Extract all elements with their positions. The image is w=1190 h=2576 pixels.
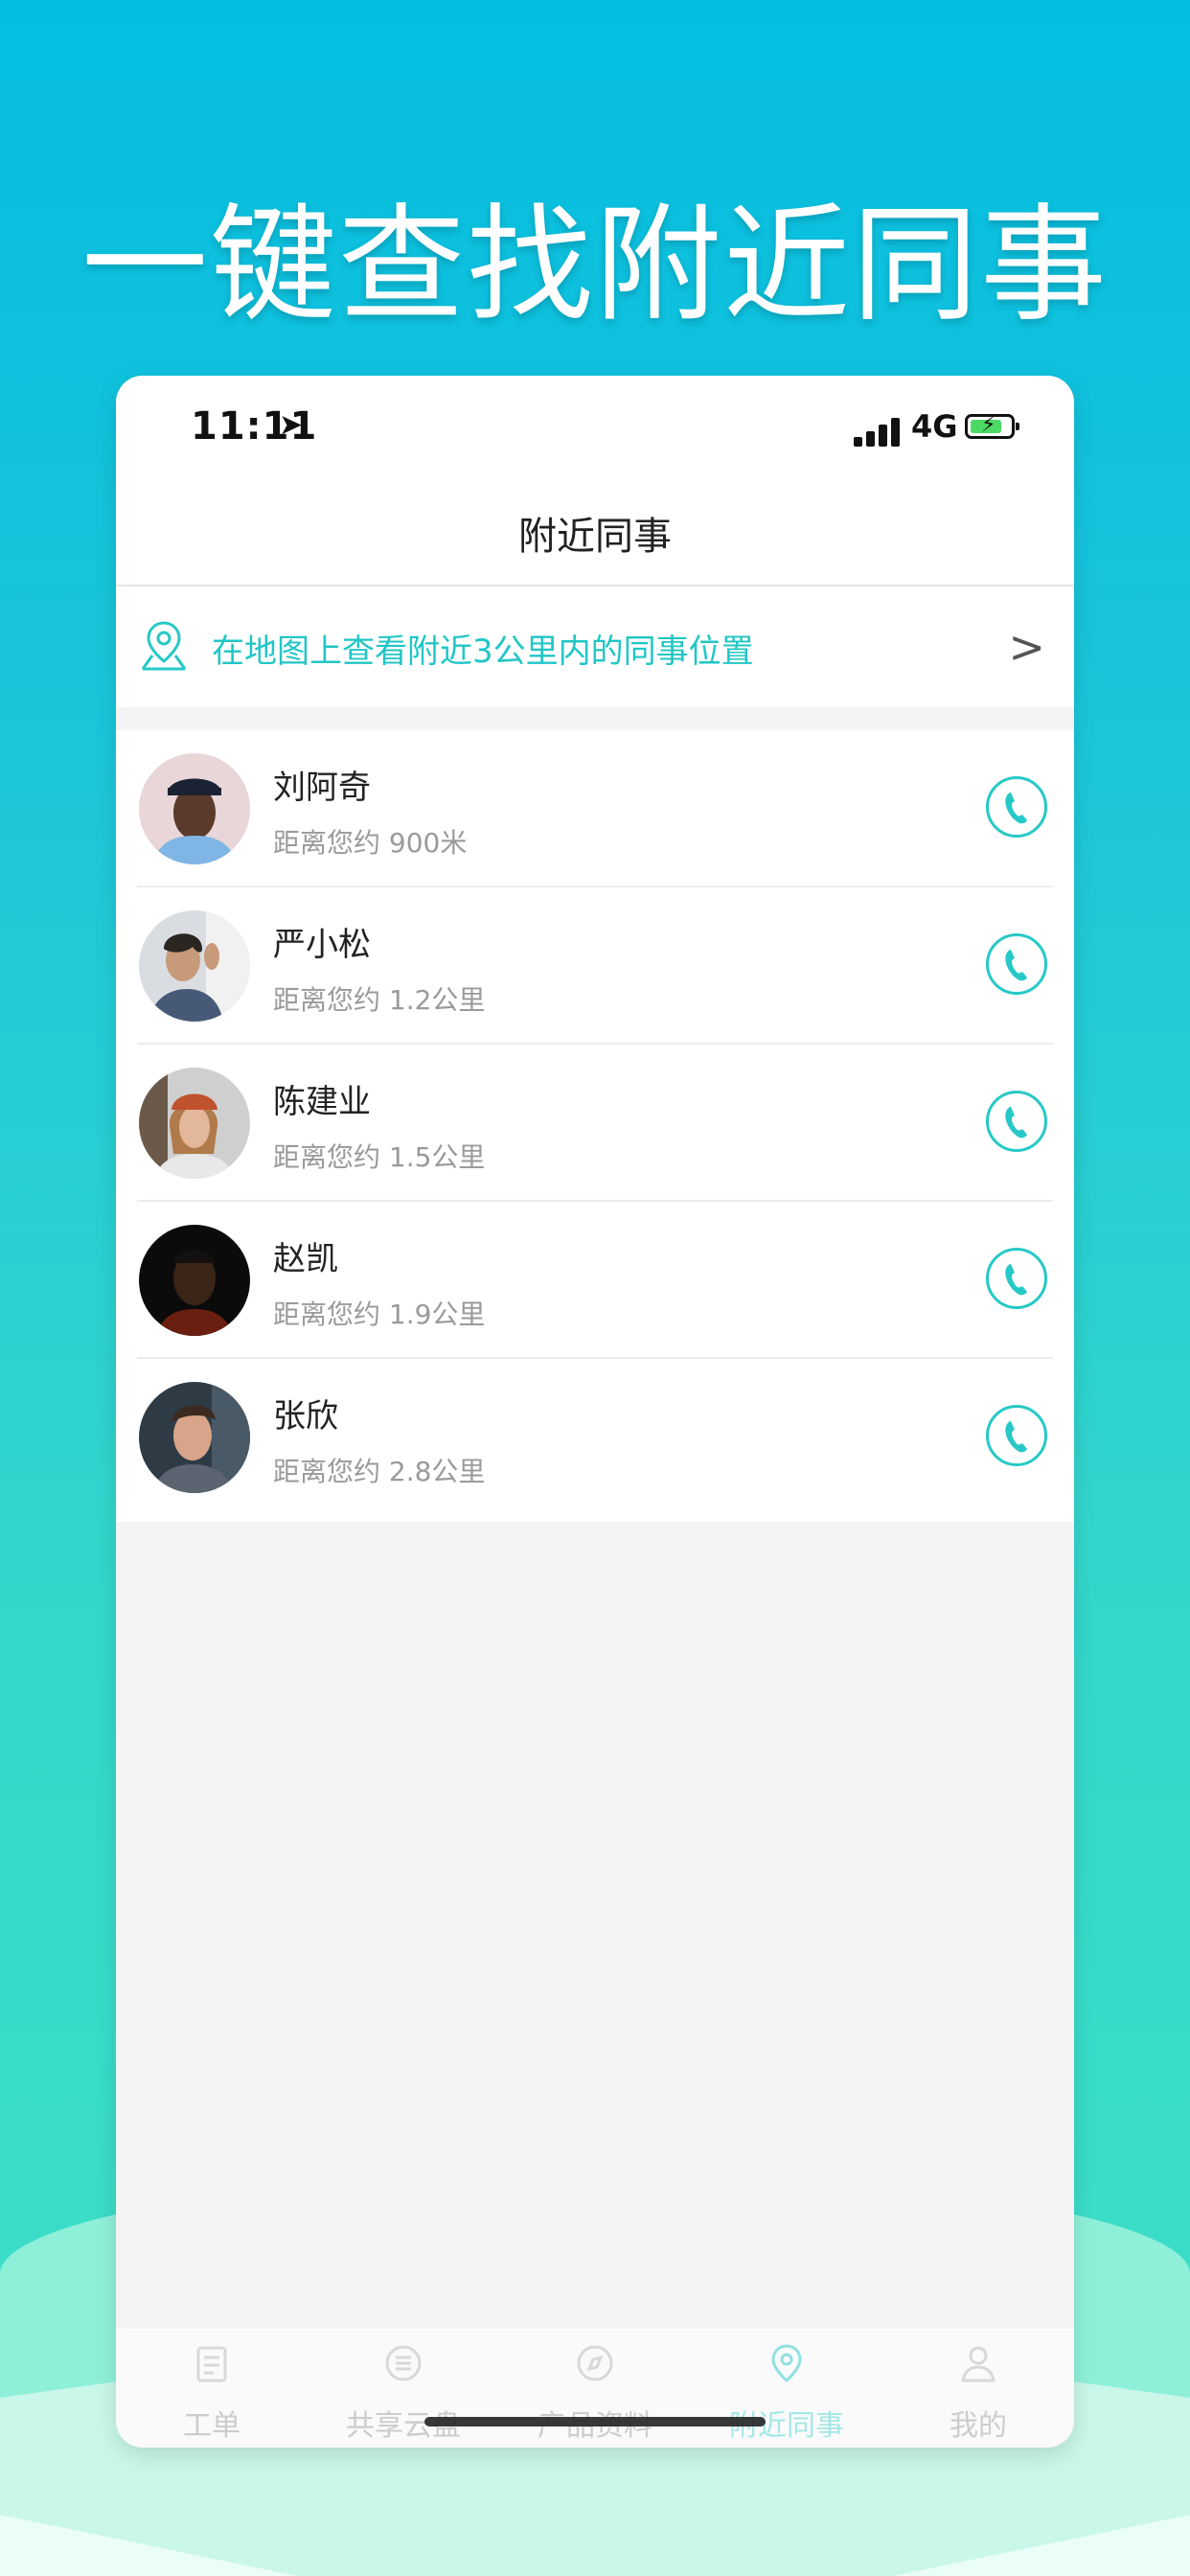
tab-product-info[interactable]: 产品资料 — [499, 2342, 691, 2444]
cloud-disk-icon — [385, 2345, 422, 2381]
chevron-right-icon: > — [1008, 621, 1045, 673]
list-item[interactable]: 刘阿奇 距离您约 900米 — [116, 730, 1074, 887]
call-button[interactable] — [986, 1248, 1047, 1309]
colleague-distance: 距离您约 900米 — [273, 827, 468, 859]
phone-icon — [1005, 1264, 1027, 1296]
call-button[interactable] — [986, 776, 1047, 838]
phone-icon — [1005, 1107, 1027, 1138]
colleague-name: 严小松 — [273, 926, 371, 964]
colleague-distance: 距离您约 1.5公里 — [273, 1141, 486, 1173]
clipboard-icon — [196, 2346, 227, 2382]
phone-screen: 11:11 ➤ 4G ⚡ 附近同事 在地图上查看附近3公里内的同事位置 > 刘阿… — [116, 376, 1074, 2448]
avatar — [139, 910, 250, 1022]
network-type: 4G — [911, 408, 958, 445]
tab-label: 工单 — [183, 2409, 240, 2443]
colleague-distance: 距离您约 1.2公里 — [273, 984, 486, 1016]
tab-mine[interactable]: 我的 — [882, 2342, 1074, 2444]
top-bar: 11:11 ➤ 4G ⚡ 附近同事 — [116, 376, 1074, 585]
avatar — [139, 1225, 250, 1336]
colleague-distance: 距离您约 2.8公里 — [273, 1456, 486, 1487]
status-bar: 11:11 ➤ 4G ⚡ — [116, 404, 1074, 462]
list-item[interactable]: 张欣 距离您约 2.8公里 — [116, 1359, 1074, 1516]
home-indicator[interactable] — [424, 2417, 766, 2426]
map-pin-icon — [141, 621, 187, 671]
promo-headline: 一键查找附近同事 — [81, 192, 1109, 339]
list-item[interactable]: 陈建业 距离您约 1.5公里 — [116, 1045, 1074, 1202]
tab-label: 我的 — [950, 2409, 1007, 2443]
avatar — [139, 753, 250, 864]
tab-bar: 工单 共享云盘 产品资料 附近同事 我的 — [116, 2329, 1074, 2448]
avatar — [139, 1068, 250, 1179]
colleague-list: 刘阿奇 距离您约 900米 严小松 距离您约 1.2公里 陈建业 距离您约 1.… — [116, 730, 1074, 1522]
phone-icon — [1005, 793, 1027, 824]
page-title: 附近同事 — [518, 515, 672, 559]
list-item[interactable]: 严小松 距离您约 1.2公里 — [116, 887, 1074, 1045]
compass-icon — [577, 2345, 613, 2381]
map-view-link[interactable]: 在地图上查看附近3公里内的同事位置 > — [116, 586, 1074, 707]
tab-work-order[interactable]: 工单 — [116, 2342, 308, 2444]
location-icon — [771, 2344, 802, 2382]
colleague-name: 张欣 — [273, 1397, 338, 1436]
tab-nearby-colleagues[interactable]: 附近同事 — [691, 2342, 882, 2444]
call-button[interactable] — [986, 933, 1047, 995]
colleague-name: 刘阿奇 — [273, 769, 371, 807]
phone-icon — [1005, 1421, 1027, 1453]
map-link-text: 在地图上查看附近3公里内的同事位置 — [212, 632, 754, 671]
call-button[interactable] — [986, 1091, 1047, 1152]
avatar — [139, 1382, 250, 1493]
person-icon — [961, 2346, 995, 2382]
colleague-name: 赵凯 — [273, 1240, 338, 1278]
tab-cloud-disk[interactable]: 共享云盘 — [308, 2342, 499, 2444]
colleague-name: 陈建业 — [273, 1083, 371, 1121]
signal-icon — [854, 414, 900, 447]
location-arrow-icon: ➤ — [279, 408, 304, 442]
battery-icon: ⚡ — [965, 413, 1019, 439]
colleague-distance: 距离您约 1.9公里 — [273, 1299, 486, 1330]
list-item[interactable]: 赵凯 距离您约 1.9公里 — [116, 1202, 1074, 1359]
call-button[interactable] — [986, 1405, 1047, 1466]
phone-icon — [1005, 950, 1027, 981]
